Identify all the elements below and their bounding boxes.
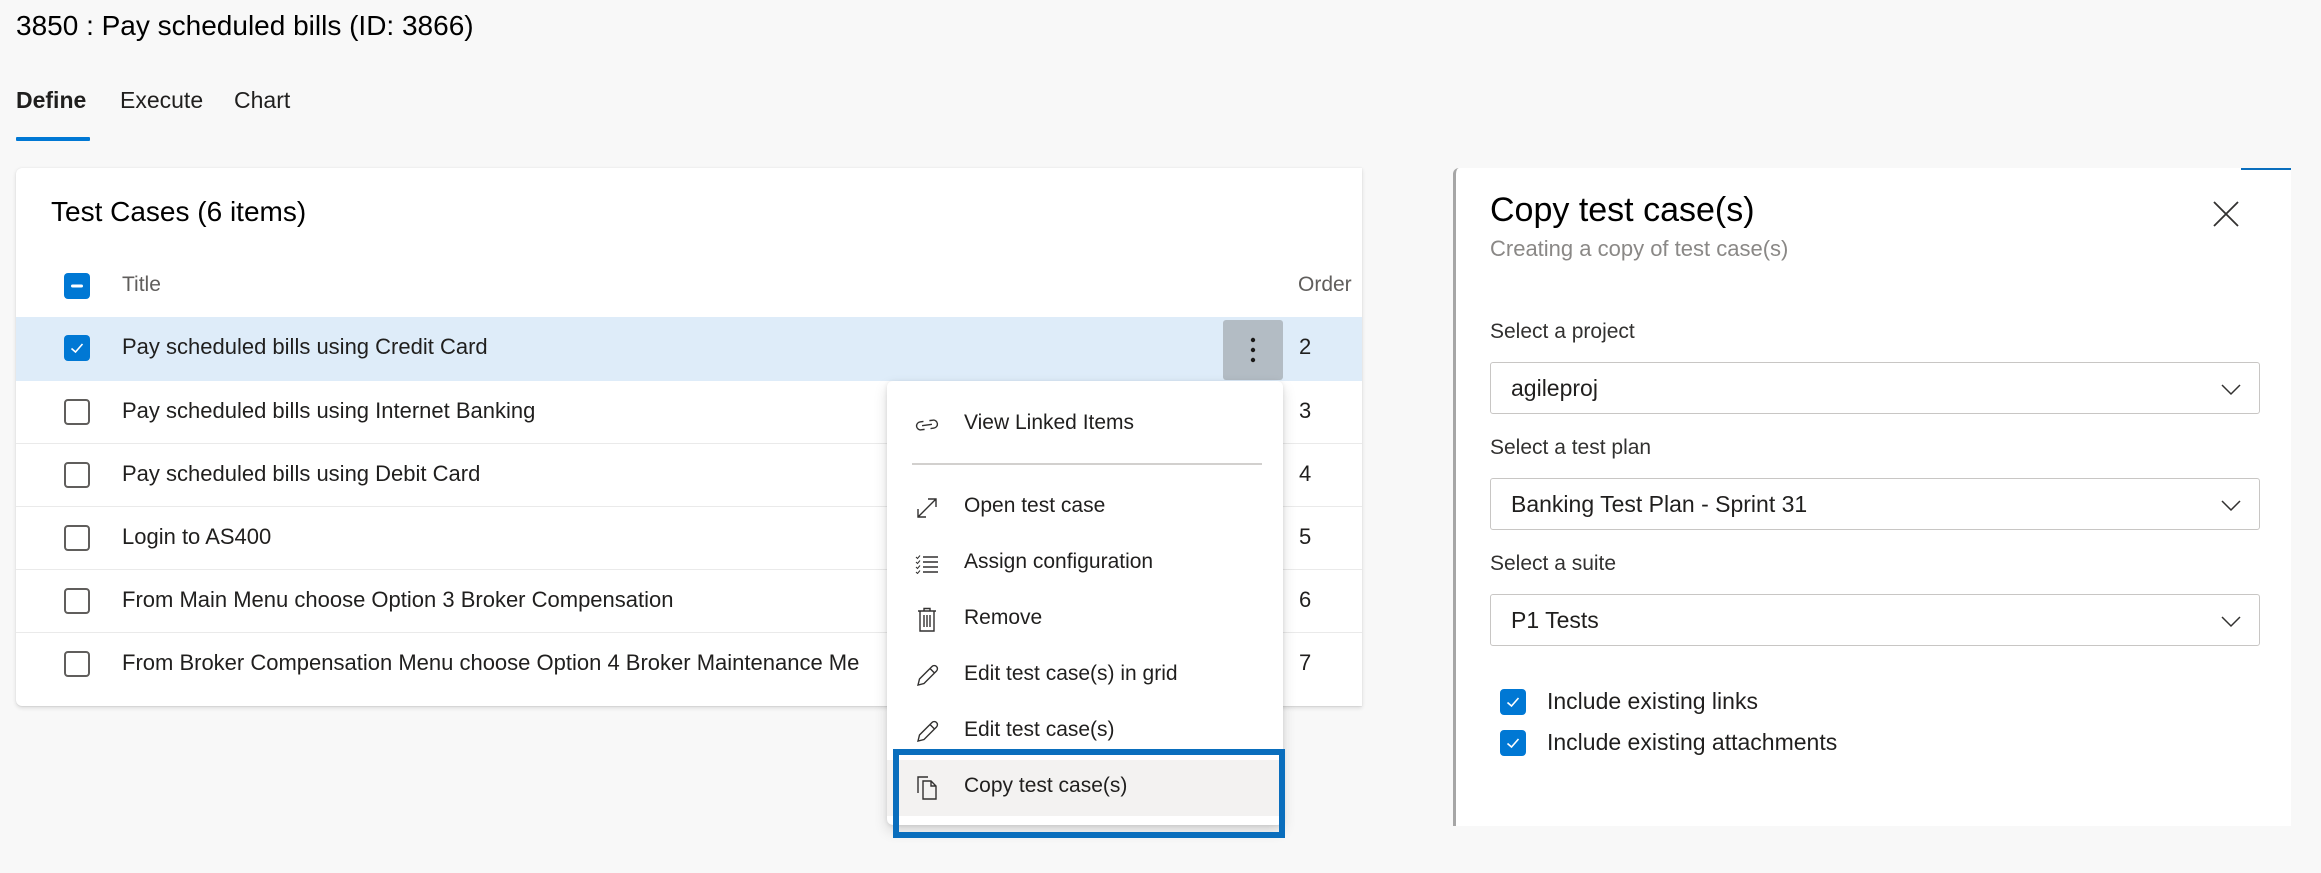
row-checkbox[interactable]	[64, 399, 90, 425]
row-checkbox[interactable]	[64, 462, 90, 488]
menu-item-label: Assign configuration	[964, 550, 1154, 573]
row-title: Login to AS400	[122, 524, 272, 549]
minus-icon	[71, 284, 83, 288]
test-plan-dropdown[interactable]: Banking Test Plan - Sprint 31	[1490, 478, 2260, 530]
project-label: Select a project	[1490, 320, 1635, 343]
table-header: Title Order	[16, 256, 1362, 317]
row-title: Pay scheduled bills using Internet Banki…	[122, 398, 536, 423]
tab-chart[interactable]: Chart	[234, 82, 290, 118]
menu-item-edit-in-grid[interactable]: Edit test case(s) in grid	[887, 648, 1283, 704]
copy-test-cases-panel: Copy test case(s) Creating a copy of tes…	[1453, 168, 2291, 826]
menu-item-open-test-case[interactable]: Open test case	[887, 480, 1283, 536]
close-icon	[2213, 201, 2239, 227]
row-order: 2	[1299, 334, 1312, 359]
row-checkbox[interactable]	[64, 335, 90, 361]
checkbox-box[interactable]	[1500, 689, 1526, 715]
checkmark-icon	[70, 343, 84, 354]
column-header-order[interactable]: Order	[1298, 273, 1352, 297]
row-checkbox[interactable]	[64, 525, 90, 551]
row-order: 5	[1299, 524, 1312, 549]
menu-item-label: Open test case	[964, 494, 1106, 517]
row-checkbox[interactable]	[64, 651, 90, 677]
tab-execute[interactable]: Execute	[120, 82, 203, 118]
column-header-title[interactable]: Title	[122, 273, 161, 297]
menu-item-label: Copy test case(s)	[964, 774, 1128, 797]
expand-arrow-icon	[913, 494, 941, 522]
table-row[interactable]: Pay scheduled bills using Credit Card 2	[16, 317, 1362, 381]
row-context-menu: View Linked Items Open test case Assign …	[887, 381, 1283, 825]
pencil-icon	[913, 662, 941, 690]
test-cases-title: Test Cases (6 items)	[51, 196, 307, 227]
page-title: 3850 : Pay scheduled bills (ID: 3866)	[16, 10, 474, 41]
pencil-icon	[913, 718, 941, 746]
row-title: From Main Menu choose Option 3 Broker Co…	[122, 587, 674, 612]
row-title: From Broker Compensation Menu choose Opt…	[122, 650, 860, 675]
more-vertical-icon	[1250, 337, 1256, 363]
checklist-icon	[913, 550, 941, 578]
trash-icon	[913, 606, 941, 634]
menu-item-edit-test-cases[interactable]: Edit test case(s)	[887, 704, 1283, 760]
test-plan-value: Banking Test Plan - Sprint 31	[1511, 491, 1808, 517]
row-title: Pay scheduled bills using Credit Card	[122, 334, 488, 359]
suite-label: Select a suite	[1490, 552, 1617, 575]
checkbox-label: Include existing attachments	[1547, 729, 1838, 755]
menu-item-label: Edit test case(s)	[964, 718, 1115, 741]
chevron-down-icon	[2221, 616, 2241, 628]
checkmark-icon	[1506, 697, 1520, 708]
project-dropdown[interactable]: agileproj	[1490, 362, 2260, 414]
project-value: agileproj	[1511, 375, 1598, 401]
copy-icon	[913, 774, 941, 802]
chevron-down-icon	[2221, 384, 2241, 396]
tab-define[interactable]: Define	[16, 82, 86, 118]
menu-item-label: Remove	[964, 606, 1043, 629]
row-title: Pay scheduled bills using Debit Card	[122, 461, 481, 486]
menu-item-label: Edit test case(s) in grid	[964, 662, 1178, 685]
test-plan-label: Select a test plan	[1490, 436, 1652, 459]
panel-subtitle: Creating a copy of test case(s)	[1490, 236, 1789, 261]
select-all-checkbox[interactable]	[64, 273, 90, 299]
checkmark-icon	[1506, 738, 1520, 749]
menu-item-assign-configuration[interactable]: Assign configuration	[887, 536, 1283, 592]
row-order: 6	[1299, 587, 1312, 612]
row-checkbox[interactable]	[64, 588, 90, 614]
suite-value: P1 Tests	[1511, 607, 1599, 633]
chevron-down-icon	[2221, 500, 2241, 512]
panel-title: Copy test case(s)	[1490, 191, 1755, 229]
active-tab-indicator	[16, 137, 90, 141]
menu-item-remove[interactable]: Remove	[887, 592, 1283, 648]
link-icon	[913, 411, 941, 439]
close-panel-button[interactable]	[2206, 194, 2246, 234]
row-order: 4	[1299, 461, 1312, 486]
checkbox-box[interactable]	[1500, 730, 1526, 756]
menu-item-view-linked-items[interactable]: View Linked Items	[887, 397, 1283, 453]
row-more-actions-button[interactable]	[1223, 320, 1283, 380]
panel-accent-line	[2241, 168, 2291, 170]
menu-item-label: View Linked Items	[964, 411, 1135, 434]
row-order: 3	[1299, 398, 1312, 423]
menu-item-copy-test-cases[interactable]: Copy test case(s)	[887, 760, 1283, 816]
row-order: 7	[1299, 650, 1312, 675]
checkbox-label: Include existing links	[1547, 688, 1758, 714]
menu-divider	[912, 463, 1262, 465]
suite-dropdown[interactable]: P1 Tests	[1490, 594, 2260, 646]
